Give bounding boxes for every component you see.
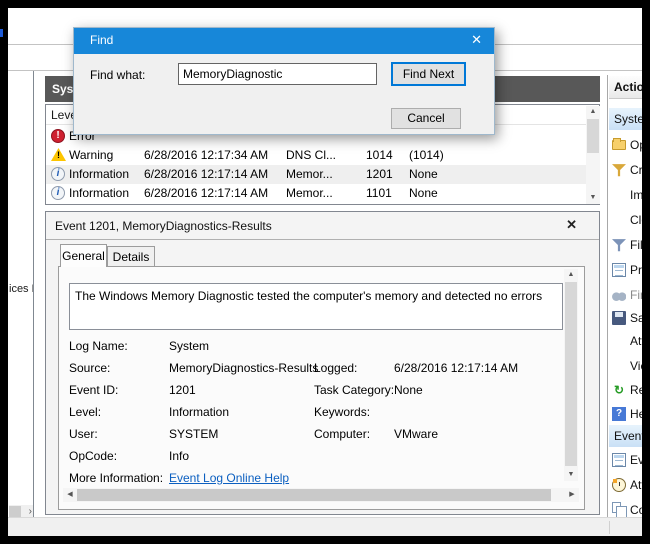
filter-icon <box>612 238 626 252</box>
event-message: The Windows Memory Diagnostic tested the… <box>75 289 557 303</box>
cell-level: Warning <box>69 148 144 162</box>
actions-group-event[interactable]: Event 1 <box>609 425 642 447</box>
find-what-input[interactable] <box>178 63 377 85</box>
action-attach-task-to-event[interactable]: Att <box>609 474 642 496</box>
table-row-selected[interactable]: i Information 6/28/2016 12:17:14 AM Memo… <box>46 165 586 184</box>
refresh-icon: ↻ <box>612 383 626 397</box>
information-icon: i <box>51 186 65 200</box>
cell-source: Memor... <box>286 186 361 200</box>
general-tab-page: The Windows Memory Diagnostic tested the… <box>58 266 585 510</box>
scroll-up-icon[interactable]: ▲ <box>564 269 578 281</box>
details-horizontal-scrollbar[interactable]: ◀ ▶ <box>63 488 579 502</box>
window-fragment <box>0 29 3 37</box>
find-dialog-titlebar[interactable]: Find ✕ <box>74 28 494 54</box>
tab-general[interactable]: General <box>60 244 107 267</box>
scrollbar-thumb[interactable] <box>565 282 577 466</box>
action-help[interactable]: ? He <box>609 403 642 425</box>
cell-event-id: 1201 <box>366 167 406 181</box>
cell-task-category: (1014) <box>409 148 489 162</box>
cell-source: Memor... <box>286 167 361 181</box>
error-icon: ! <box>51 129 65 143</box>
close-icon[interactable]: ✕ <box>471 32 482 48</box>
tree-item-label-fragment[interactable]: ices Lo <box>9 283 34 295</box>
close-icon[interactable]: ✕ <box>566 217 577 233</box>
help-icon: ? <box>612 407 626 421</box>
cell-task-category: None <box>409 186 489 200</box>
attach-task-icon <box>612 478 626 492</box>
cell-source: DNS Cl... <box>286 148 361 162</box>
warning-icon: ! <box>51 148 66 161</box>
event-log-online-help-link[interactable]: Event Log Online Help <box>169 471 289 485</box>
scroll-down-icon[interactable]: ▼ <box>586 192 600 204</box>
scroll-right-icon[interactable]: ▶ <box>565 488 579 502</box>
find-next-button[interactable]: Find Next <box>391 62 466 86</box>
save-icon <box>612 311 626 325</box>
action-open-saved-log[interactable]: Op <box>609 134 642 156</box>
action-properties[interactable]: Pro <box>609 259 642 281</box>
event-message-box[interactable]: The Windows Memory Diagnostic tested the… <box>69 283 563 330</box>
action-view[interactable]: Vie <box>609 355 642 377</box>
event-details-title: Event 1201, MemoryDiagnostics-Results <box>55 219 272 233</box>
find-dialog-title: Find <box>90 33 113 47</box>
properties-icon <box>612 263 626 277</box>
action-create-custom-view[interactable]: Cre <box>609 159 642 181</box>
action-import-custom-view[interactable]: Im <box>609 184 642 206</box>
scrollbar-thumb[interactable] <box>587 119 599 153</box>
event-list-scrollbar[interactable]: ▲ ▼ <box>586 106 600 204</box>
action-save-all-events-as[interactable]: Sav <box>609 307 642 329</box>
table-row[interactable]: ! Warning 6/28/2016 12:17:34 AM DNS Cl..… <box>46 146 586 165</box>
action-find[interactable]: Fin <box>609 284 642 306</box>
cell-event-id: 1101 <box>366 186 406 200</box>
cell-task-category: None <box>409 167 489 181</box>
open-folder-icon <box>612 140 626 150</box>
find-what-label: Find what: <box>90 68 145 82</box>
create-filter-icon <box>612 163 626 177</box>
scroll-up-icon[interactable]: ▲ <box>586 106 600 118</box>
cell-level: Information <box>69 167 144 181</box>
cell-date: 6/28/2016 12:17:14 AM <box>144 186 284 200</box>
action-event-properties[interactable]: Eve <box>609 449 642 471</box>
console-tree-panel[interactable]: ices Lo › <box>8 71 34 523</box>
status-bar <box>8 517 642 536</box>
scroll-left-icon[interactable]: ◀ <box>63 488 77 502</box>
cell-level: Information <box>69 186 144 200</box>
event-properties-icon <box>612 453 626 467</box>
information-icon: i <box>51 167 65 181</box>
find-dialog: Find ✕ Find what: Find Next Cancel <box>73 27 495 135</box>
tab-details[interactable]: Details <box>107 246 155 267</box>
action-clear-log[interactable]: Cle <box>609 209 642 231</box>
status-bar-divider <box>609 521 610 534</box>
details-vertical-scrollbar[interactable]: ▲ ▼ <box>564 269 578 481</box>
action-filter-current-log[interactable]: Filt <box>609 234 642 256</box>
actions-group-system[interactable]: System <box>609 108 642 130</box>
copy-icon <box>612 502 621 513</box>
screenshot-root: ices Lo › System Level Date and Time Sou… <box>0 0 650 544</box>
actions-panel: Actions System Op Cre Im Cle Filt <box>607 75 642 523</box>
scroll-down-icon[interactable]: ▼ <box>564 469 578 481</box>
cell-event-id: 1014 <box>366 148 406 162</box>
find-icon <box>612 288 626 302</box>
action-refresh[interactable]: ↻ Ref <box>609 379 642 401</box>
actions-panel-title: Actions <box>609 76 642 99</box>
table-row[interactable]: i Information 6/28/2016 12:17:14 AM Memo… <box>46 184 586 203</box>
cancel-button[interactable]: Cancel <box>391 108 461 129</box>
event-details-pane: Event 1201, MemoryDiagnostics-Results ✕ … <box>45 211 600 515</box>
event-details-header: Event 1201, MemoryDiagnostics-Results ✕ <box>46 212 599 240</box>
cell-date: 6/28/2016 12:17:14 AM <box>144 167 284 181</box>
scrollbar-thumb[interactable] <box>77 489 551 501</box>
action-attach-task-to-log[interactable]: Att <box>609 330 642 352</box>
cell-date: 6/28/2016 12:17:34 AM <box>144 148 284 162</box>
